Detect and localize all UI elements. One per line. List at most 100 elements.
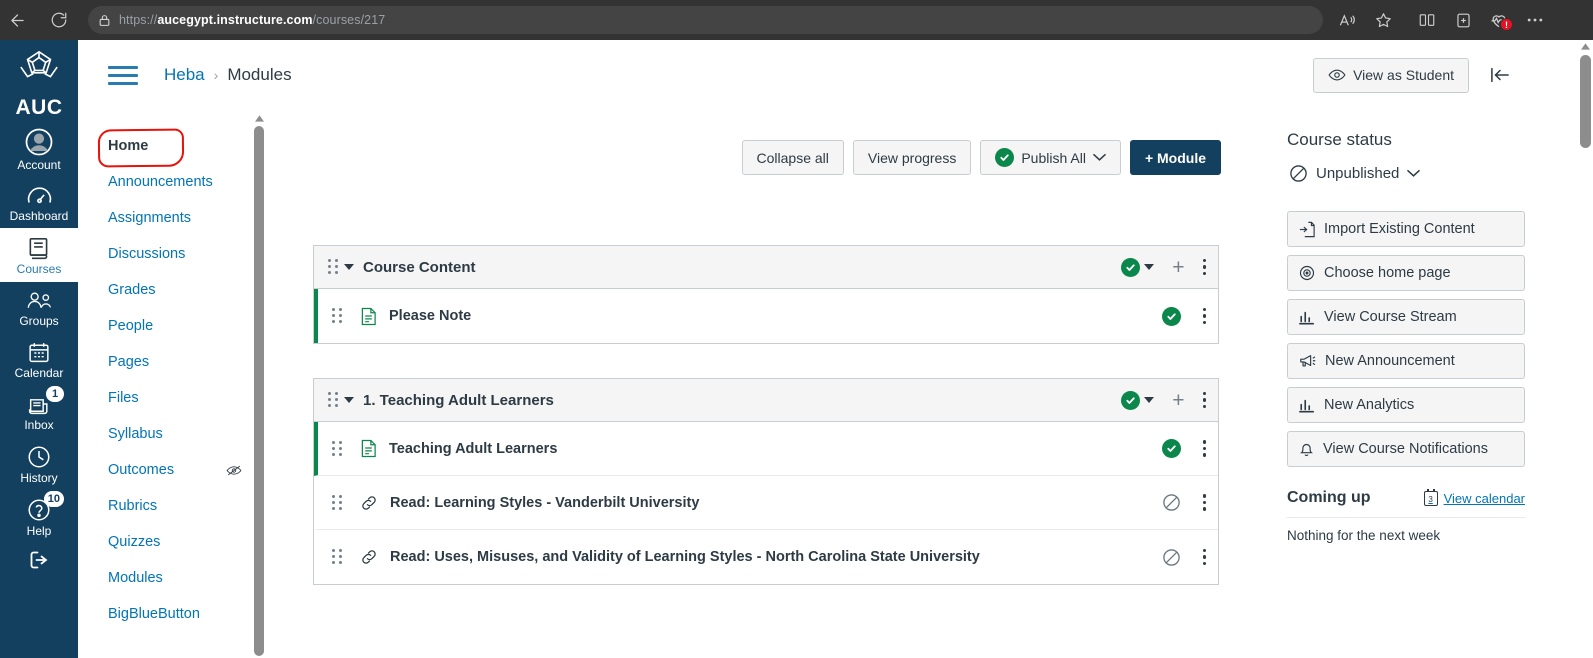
reload-icon[interactable] [42, 3, 76, 37]
view-as-student-button[interactable]: View as Student [1313, 57, 1469, 93]
drag-handle-icon[interactable] [332, 549, 342, 565]
new-analytics-button[interactable]: New Analytics [1287, 387, 1525, 423]
course-nav-item-people[interactable]: People [108, 308, 248, 344]
add-item-plus-icon[interactable]: + [1172, 390, 1184, 411]
module-item[interactable]: Read: Learning Styles - Vanderbilt Unive… [314, 476, 1218, 530]
browser-actions: ! [1329, 3, 1553, 37]
coming-up-empty-message: Nothing for the next week [1287, 517, 1525, 543]
module-header[interactable]: Course Content + [314, 246, 1218, 289]
browser-essentials-icon[interactable]: ! [1481, 3, 1517, 37]
choose-home-page-button[interactable]: Choose home page [1287, 255, 1525, 291]
import-existing-content-button[interactable]: Import Existing Content [1287, 211, 1525, 247]
course-nav-label: BigBlueButton [108, 606, 200, 622]
global-nav-item-history[interactable]: History [0, 437, 78, 490]
calendar-icon: 3 [1423, 488, 1438, 506]
split-screen-icon[interactable] [1409, 3, 1445, 37]
course-nav-item-files[interactable]: Files [108, 380, 248, 416]
scroll-up-arrow-icon[interactable] [252, 112, 266, 124]
new-announcement-button[interactable]: New Announcement [1287, 343, 1525, 379]
module-item-kebab-menu-icon[interactable] [1202, 307, 1206, 325]
course-nav-item-discussions[interactable]: Discussions [108, 236, 248, 272]
module-kebab-menu-icon[interactable] [1202, 258, 1206, 276]
course-nav-item-grades[interactable]: Grades [108, 272, 248, 308]
site-info-lock-icon[interactable] [98, 13, 111, 28]
breadcrumb-course-link[interactable]: Heba [164, 65, 205, 85]
scroll-up-arrow-icon[interactable] [1578, 40, 1593, 53]
module-item-title: Read: Uses, Misuses, and Validity of Lea… [390, 549, 980, 565]
global-nav-item-logout[interactable] [0, 544, 78, 577]
auc-logo[interactable]: AUC [16, 48, 63, 120]
coming-up-section: Coming up 3 View calendar [1287, 488, 1525, 507]
module-item-kebab-menu-icon[interactable] [1202, 494, 1206, 511]
drag-handle-icon[interactable] [328, 259, 338, 275]
course-nav-item-assignments[interactable]: Assignments [108, 200, 248, 236]
module-item-kebab-menu-icon[interactable] [1202, 548, 1206, 566]
course-nav-item-bigbluebutton[interactable]: BigBlueButton [108, 596, 248, 632]
add-module-label: + Module [1144, 149, 1206, 166]
course-nav-item-modules[interactable]: Modules [108, 560, 248, 596]
course-nav-item-syllabus[interactable]: Syllabus [108, 416, 248, 452]
back-arrow-icon[interactable] [0, 3, 34, 37]
course-nav-item-rubrics[interactable]: Rubrics [108, 488, 248, 524]
drag-handle-icon[interactable] [332, 308, 342, 324]
add-module-button[interactable]: + Module [1129, 140, 1221, 175]
drag-handle-icon[interactable] [332, 494, 342, 511]
view-progress-button[interactable]: View progress [852, 140, 972, 175]
module-item[interactable]: Read: Uses, Misuses, and Validity of Lea… [314, 530, 1218, 584]
module-publish-menu[interactable] [1121, 257, 1155, 277]
module-item-title: Read: Learning Styles - Vanderbilt Unive… [390, 494, 700, 511]
favorite-star-icon[interactable] [1365, 3, 1401, 37]
global-nav-item-help[interactable]: 10 Help [0, 490, 78, 543]
global-nav-item-courses[interactable]: Courses [0, 228, 78, 282]
drag-handle-icon[interactable] [328, 392, 338, 408]
published-check-icon[interactable] [1161, 306, 1181, 326]
course-nav-label: Assignments [108, 210, 192, 226]
import-icon [1299, 221, 1315, 238]
groups-icon [25, 289, 54, 313]
bar-chart-icon [1299, 398, 1315, 413]
module-kebab-menu-icon[interactable] [1202, 391, 1206, 409]
module-publish-menu[interactable] [1121, 390, 1155, 410]
global-nav-item-inbox[interactable]: 1 Inbox [0, 385, 78, 437]
unpublished-circle-slash-icon[interactable] [1162, 493, 1181, 512]
view-course-stream-button[interactable]: View Course Stream [1287, 299, 1525, 335]
view-as-student-label: View as Student [1353, 67, 1454, 83]
drag-handle-icon[interactable] [332, 440, 342, 457]
course-nav-scrollbar[interactable] [252, 112, 266, 658]
module-item[interactable]: Please Note [314, 289, 1218, 343]
browser-essentials-badge: ! [1500, 18, 1513, 31]
course-nav-item-outcomes[interactable]: Outcomes [108, 452, 248, 488]
global-nav-label: Calendar [14, 365, 64, 380]
read-aloud-icon[interactable] [1329, 3, 1365, 37]
publish-all-button[interactable]: Publish All [980, 140, 1121, 175]
collapse-caret-icon[interactable] [344, 264, 354, 270]
global-nav-item-calendar[interactable]: Calendar [0, 333, 78, 385]
global-nav-item-dashboard[interactable]: Dashboard [0, 177, 78, 228]
module-item[interactable]: Teaching Adult Learners [314, 422, 1218, 476]
collections-icon[interactable] [1445, 3, 1481, 37]
global-nav-item-groups[interactable]: Groups [0, 282, 78, 333]
collapse-panel-icon[interactable] [1485, 62, 1515, 88]
module-item-kebab-menu-icon[interactable] [1202, 440, 1206, 457]
module-header[interactable]: 1. Teaching Adult Learners + [314, 379, 1218, 422]
page-scrollbar[interactable] [1578, 40, 1593, 658]
course-nav-item-quizzes[interactable]: Quizzes [108, 524, 248, 560]
address-bar[interactable]: https://aucegypt.instructure.com/courses… [88, 6, 1323, 34]
page-scroll-thumb[interactable] [1580, 55, 1591, 148]
hamburger-menu-icon[interactable] [108, 65, 138, 85]
view-course-notifications-button[interactable]: View Course Notifications [1287, 431, 1525, 467]
more-settings-icon[interactable] [1517, 3, 1553, 37]
collapse-caret-icon[interactable] [344, 397, 354, 403]
course-nav-item-pages[interactable]: Pages [108, 344, 248, 380]
view-calendar-link[interactable]: 3 View calendar [1423, 488, 1525, 506]
header-actions: View as Student [1313, 57, 1515, 93]
view-calendar-label: View calendar [1443, 490, 1525, 506]
course-status-dropdown[interactable]: Unpublished [1287, 164, 1532, 183]
unpublished-circle-slash-icon[interactable] [1162, 548, 1181, 567]
course-nav-scroll-thumb[interactable] [254, 126, 264, 656]
add-item-plus-icon[interactable]: + [1172, 257, 1184, 278]
collapse-all-button[interactable]: Collapse all [741, 140, 844, 175]
module-card: 1. Teaching Adult Learners + Teaching Ad… [313, 378, 1219, 585]
published-check-icon[interactable] [1161, 439, 1181, 458]
global-nav-label: Groups [19, 313, 59, 328]
